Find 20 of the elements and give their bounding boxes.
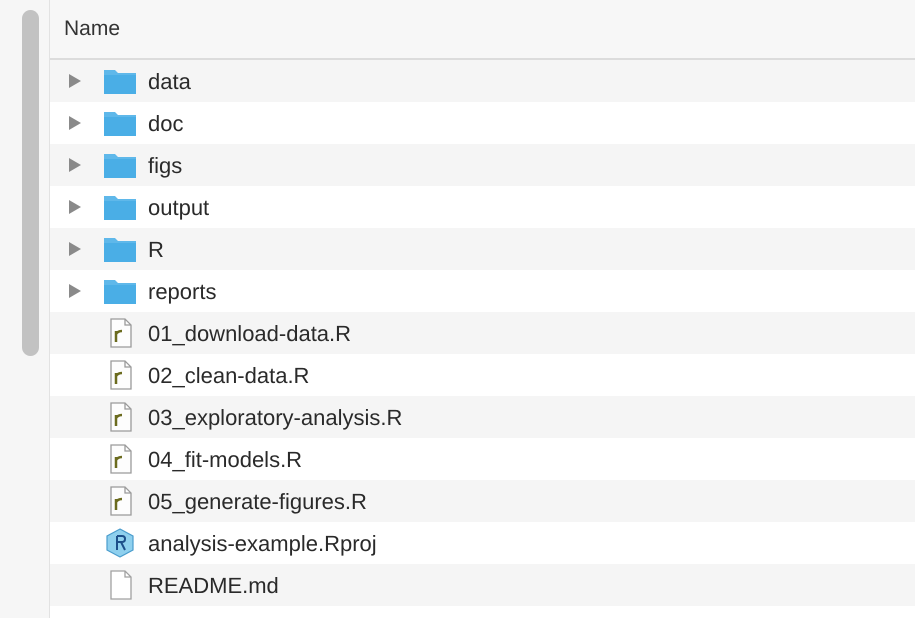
file-name[interactable]: README.md [148,568,279,602]
folder-name[interactable]: data [148,64,191,98]
scrollbar-thumb[interactable] [22,10,39,356]
disclosure-triangle-icon[interactable] [68,157,82,173]
folder-name[interactable]: output [148,190,210,224]
folder-name[interactable]: R [148,232,164,266]
folder-name[interactable]: doc [148,106,184,140]
file-name[interactable]: 04_fit-models.R [148,442,302,476]
file-name[interactable]: 02_clean-data.R [148,358,310,392]
file-name[interactable]: 01_download-data.R [148,316,352,350]
disclosure-triangle-icon[interactable] [68,283,82,299]
file-name[interactable]: 05_generate-figures.R [148,484,367,518]
folder-name[interactable]: reports [148,274,216,308]
column-header[interactable]: Name [64,13,120,45]
disclosure-triangle-icon[interactable] [68,73,82,89]
disclosure-triangle-icon[interactable] [68,115,82,131]
disclosure-triangle-icon[interactable] [68,199,82,215]
file-name[interactable]: analysis-example.Rproj [148,526,377,560]
folder-name[interactable]: figs [148,148,182,182]
disclosure-triangle-icon[interactable] [68,241,82,257]
